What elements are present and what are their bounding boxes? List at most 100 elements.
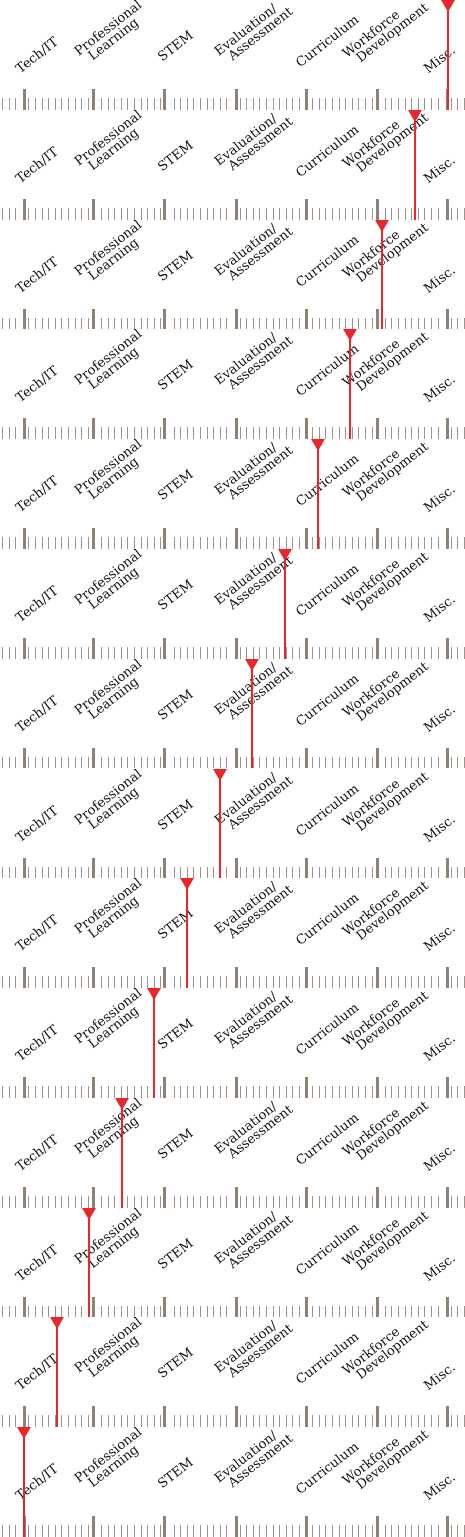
slider-handle-triangle-icon[interactable] [82,1207,96,1220]
minor-tick [114,207,115,220]
category-label-line: STEM [155,1125,197,1163]
category-label-line: Misc. [421,921,459,956]
minor-tick [240,976,241,989]
slider-needle[interactable] [251,658,253,769]
minor-tick [246,98,247,110]
minor-tick [200,427,201,440]
slider-needle[interactable] [381,219,383,330]
slider-handle-triangle-icon[interactable] [408,109,422,122]
minor-tick [372,756,373,769]
minor-tick [15,207,16,220]
minor-tick [292,1086,293,1098]
minor-tick [127,537,128,549]
minor-tick [48,1415,49,1428]
slider-needle[interactable] [23,1427,25,1537]
minor-tick [180,1305,181,1318]
slider-handle-triangle-icon[interactable] [17,1427,31,1440]
minor-tick [147,537,148,549]
slider-needle[interactable] [219,768,221,879]
slider-needle[interactable] [284,548,286,659]
category-label-line: STEM [155,1235,197,1273]
minor-tick [147,1086,148,1098]
major-tick [23,1186,26,1208]
minor-tick [55,1086,56,1098]
minor-tick [325,1525,326,1537]
slider-needle[interactable] [56,1317,58,1428]
major-tick [376,967,379,989]
minor-tick [213,976,214,989]
minor-tick [193,1305,194,1318]
minor-tick [160,1525,161,1537]
minor-tick [451,537,452,549]
slider-needle[interactable] [121,1097,123,1208]
minor-tick [424,317,425,330]
minor-tick [259,317,260,330]
minor-tick [114,317,115,330]
minor-tick [226,756,227,769]
slider-handle-triangle-icon[interactable] [343,329,357,342]
slider-needle[interactable] [186,878,188,989]
slider-needle[interactable] [317,439,319,549]
minor-tick [160,756,161,769]
minor-tick [81,317,82,330]
minor-tick [42,1086,43,1098]
slider-handle-triangle-icon[interactable] [115,1097,129,1110]
ruler [0,1294,465,1318]
minor-tick [141,537,142,549]
slider-needle[interactable] [414,109,416,220]
minor-tick [372,1415,373,1428]
category-label-tech-it: Tech/IT [13,913,61,955]
minor-tick [339,207,340,220]
minor-tick [385,976,386,989]
major-tick [235,1516,238,1537]
minor-tick [431,317,432,330]
slider-needle[interactable] [88,1207,90,1318]
minor-tick [213,1525,214,1537]
minor-tick [352,976,353,989]
category-label-professional-learning: Professional Learning [72,659,152,727]
major-tick [92,308,95,330]
minor-tick [15,98,16,110]
minor-tick [451,1086,452,1098]
minor-tick [352,98,353,110]
minor-tick [108,646,109,659]
minor-tick [325,1086,326,1098]
minor-tick [81,756,82,769]
slider-handle-triangle-icon[interactable] [245,658,259,671]
slider-strip: Tech/IT Professional Learning STEM Evaluatio… [0,878,465,989]
minor-tick [240,866,241,879]
minor-tick [200,976,201,989]
minor-tick [55,866,56,879]
minor-tick [15,317,16,330]
minor-tick [312,646,313,659]
minor-tick [286,756,287,769]
slider-strip: Tech/IT Professional Learning STEM Evaluatio… [0,109,465,220]
minor-tick [424,976,425,989]
minor-tick [15,756,16,769]
slider-needle[interactable] [153,988,155,1098]
slider-handle-triangle-icon[interactable] [441,0,455,12]
minor-tick [253,1305,254,1318]
minor-tick [352,646,353,659]
minor-tick [226,1415,227,1428]
slider-needle[interactable] [447,0,449,110]
major-tick [376,528,379,549]
slider-handle-triangle-icon[interactable] [50,1317,64,1330]
category-label-stem: STEM [155,248,196,285]
slider-handle-triangle-icon[interactable] [180,878,194,891]
minor-tick [160,976,161,989]
minor-tick [411,317,412,330]
minor-tick [108,1415,109,1428]
minor-tick [332,537,333,549]
slider-handle-triangle-icon[interactable] [147,988,161,1001]
slider-handle-triangle-icon[interactable] [278,548,292,561]
minor-tick [457,1525,458,1537]
slider-handle-triangle-icon[interactable] [213,768,227,781]
slider-needle[interactable] [349,329,351,440]
minor-tick [332,427,333,440]
minor-tick [286,1305,287,1318]
minor-tick [147,1525,148,1537]
slider-handle-triangle-icon[interactable] [311,439,325,452]
major-tick [235,528,238,549]
slider-handle-triangle-icon[interactable] [375,219,389,232]
